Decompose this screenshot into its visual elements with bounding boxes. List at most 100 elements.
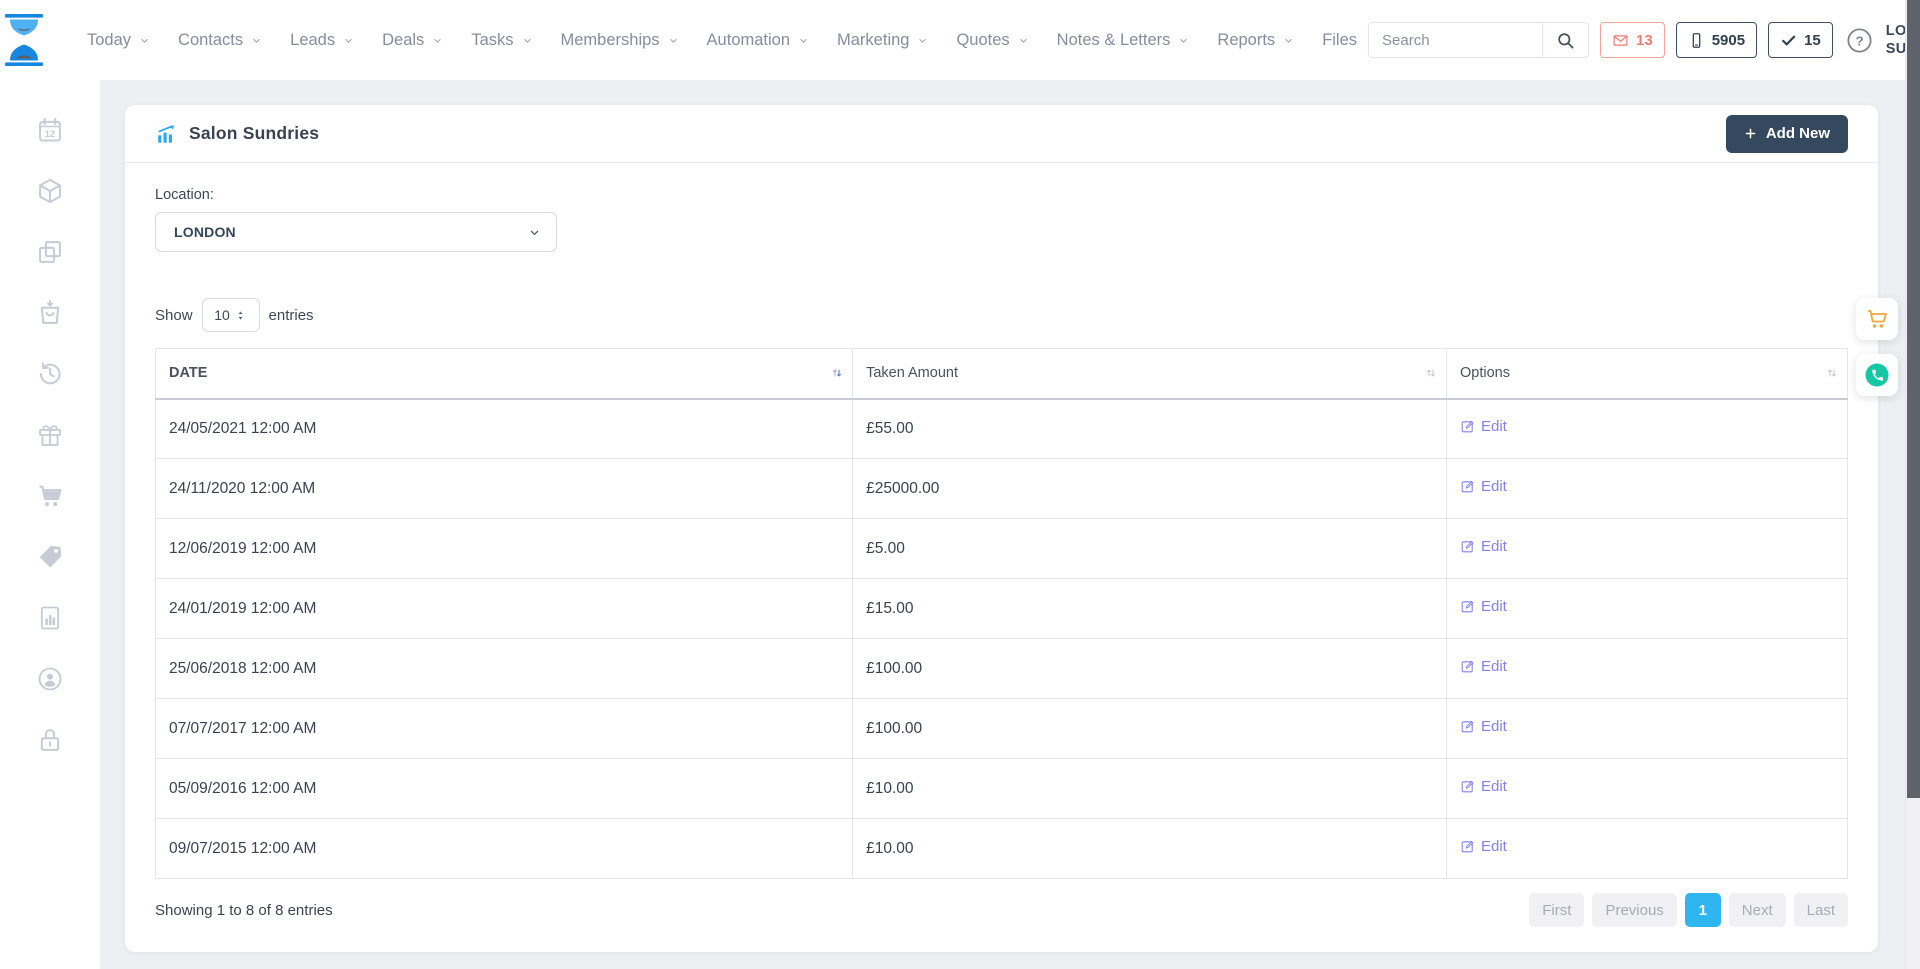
amount-cell: £15.00: [853, 579, 1447, 639]
history-icon: [36, 360, 64, 388]
edit-link[interactable]: Edit: [1460, 598, 1507, 615]
show-entries-row: Show 10 entries: [155, 298, 1848, 332]
copy-icon: [36, 238, 64, 266]
add-new-button[interactable]: Add New: [1726, 115, 1848, 153]
column-header-taken-amount[interactable]: Taken Amount: [853, 349, 1447, 399]
sidebar-item-report[interactable]: [36, 604, 64, 632]
edit-link[interactable]: Edit: [1460, 478, 1507, 495]
sidebar-item-cart[interactable]: [36, 482, 64, 510]
nav-item-contacts[interactable]: Contacts: [167, 23, 274, 58]
amount-cell: £100.00: [853, 699, 1447, 759]
edit-link[interactable]: Edit: [1460, 538, 1507, 555]
messages-badge[interactable]: 13: [1600, 22, 1665, 58]
sort-icon: [1824, 365, 1840, 381]
nav-item-reports[interactable]: Reports: [1206, 23, 1306, 58]
package-icon: [36, 177, 64, 205]
gift-icon: [36, 421, 64, 449]
sidebar-item-calendar[interactable]: [36, 116, 64, 144]
page-length-select[interactable]: 10: [202, 298, 260, 332]
edit-link[interactable]: Edit: [1460, 778, 1507, 795]
edit-icon: [1460, 719, 1475, 734]
nav-item-label: Reports: [1217, 31, 1275, 50]
sidebar-item-package[interactable]: [36, 177, 64, 205]
left-sidebar: [0, 80, 100, 969]
date-cell: 24/01/2019 12:00 AM: [156, 579, 853, 639]
plus-icon: [1744, 127, 1757, 140]
help-button[interactable]: [1844, 25, 1875, 56]
sundries-table: DATE Taken Amount Options 24/05/20: [155, 348, 1848, 879]
search-box: [1368, 22, 1589, 58]
nav-item-quotes[interactable]: Quotes: [945, 23, 1040, 58]
edit-label: Edit: [1481, 598, 1507, 615]
sidebar-item-copy[interactable]: [36, 238, 64, 266]
sidebar-item-price-tag[interactable]: [36, 543, 64, 571]
nav-item-leads[interactable]: Leads: [279, 23, 366, 58]
phone-floating-button[interactable]: [1856, 354, 1898, 396]
search-button[interactable]: [1542, 23, 1588, 57]
main-content: Salon Sundries Add New Location: LONDON …: [100, 80, 1920, 969]
column-label: Taken Amount: [866, 365, 958, 381]
badge-count: 15: [1804, 32, 1821, 49]
options-cell: Edit: [1446, 459, 1847, 519]
calls-badge[interactable]: 5905: [1676, 22, 1757, 58]
search-input[interactable]: [1369, 23, 1542, 57]
app-logo[interactable]: [0, 14, 48, 66]
nav-item-deals[interactable]: Deals: [371, 23, 455, 58]
nav-item-memberships[interactable]: Memberships: [550, 23, 691, 58]
table-row: 25/06/2018 12:00 AM£100.00Edit: [156, 639, 1848, 699]
location-select-value: LONDON: [174, 224, 527, 240]
edit-link[interactable]: Edit: [1460, 718, 1507, 735]
title-group: Salon Sundries: [155, 123, 319, 145]
chevron-down-icon: [1177, 34, 1190, 47]
add-new-label: Add New: [1766, 125, 1830, 142]
amount-cell: £25000.00: [853, 459, 1447, 519]
account-sync-icon: [36, 665, 64, 693]
scrollbar-thumb[interactable]: [1907, 0, 1920, 798]
page-button-last[interactable]: Last: [1794, 893, 1848, 927]
chevron-down-icon: [138, 34, 151, 47]
page-button-first[interactable]: First: [1529, 893, 1584, 927]
nav-item-automation[interactable]: Automation: [696, 23, 821, 58]
nav-item-label: Files: [1322, 31, 1357, 50]
sidebar-item-shopping-bag[interactable]: [36, 299, 64, 327]
sidebar-item-account-sync[interactable]: [36, 665, 64, 693]
edit-link[interactable]: Edit: [1460, 658, 1507, 675]
edit-link[interactable]: Edit: [1460, 418, 1507, 435]
nav-item-marketing[interactable]: Marketing: [826, 23, 940, 58]
sidebar-item-gift[interactable]: [36, 421, 64, 449]
sidebar-item-lock[interactable]: [36, 726, 64, 754]
cart-floating-button[interactable]: [1856, 298, 1898, 340]
edit-link[interactable]: Edit: [1460, 838, 1507, 855]
amount-cell: £55.00: [853, 399, 1447, 459]
price-tag-icon: [36, 543, 64, 571]
column-label: DATE: [169, 365, 207, 381]
amount-cell: £5.00: [853, 519, 1447, 579]
nav-item-files[interactable]: Files: [1311, 23, 1368, 58]
nav-item-today[interactable]: Today: [76, 23, 162, 58]
amount-cell: £100.00: [853, 639, 1447, 699]
sort-icon: [829, 365, 845, 381]
nav-item-tasks[interactable]: Tasks: [460, 23, 544, 58]
options-cell: Edit: [1446, 519, 1847, 579]
question-icon: [1845, 26, 1874, 55]
sidebar-item-history[interactable]: [36, 360, 64, 388]
location-select[interactable]: LONDON: [155, 212, 557, 252]
tasks-badge[interactable]: 15: [1768, 22, 1833, 58]
page-button-1[interactable]: 1: [1685, 893, 1721, 927]
entries-summary: Showing 1 to 8 of 8 entries: [155, 902, 333, 919]
cart-icon: [36, 482, 64, 510]
chevron-down-icon: [667, 34, 680, 47]
card-header: Salon Sundries Add New: [125, 105, 1878, 163]
edit-icon: [1460, 779, 1475, 794]
page-button-previous[interactable]: Previous: [1592, 893, 1676, 927]
page-scrollbar: [1905, 0, 1920, 969]
nav-item-notes-letters[interactable]: Notes & Letters: [1046, 23, 1202, 58]
column-header-options[interactable]: Options: [1446, 349, 1847, 399]
column-header-date[interactable]: DATE: [156, 349, 853, 399]
options-cell: Edit: [1446, 399, 1847, 459]
chevron-down-icon: [797, 34, 810, 47]
nav-item-label: Memberships: [561, 31, 660, 50]
page-button-next[interactable]: Next: [1729, 893, 1786, 927]
nav-item-label: Deals: [382, 31, 424, 50]
table-row: 12/06/2019 12:00 AM£5.00Edit: [156, 519, 1848, 579]
